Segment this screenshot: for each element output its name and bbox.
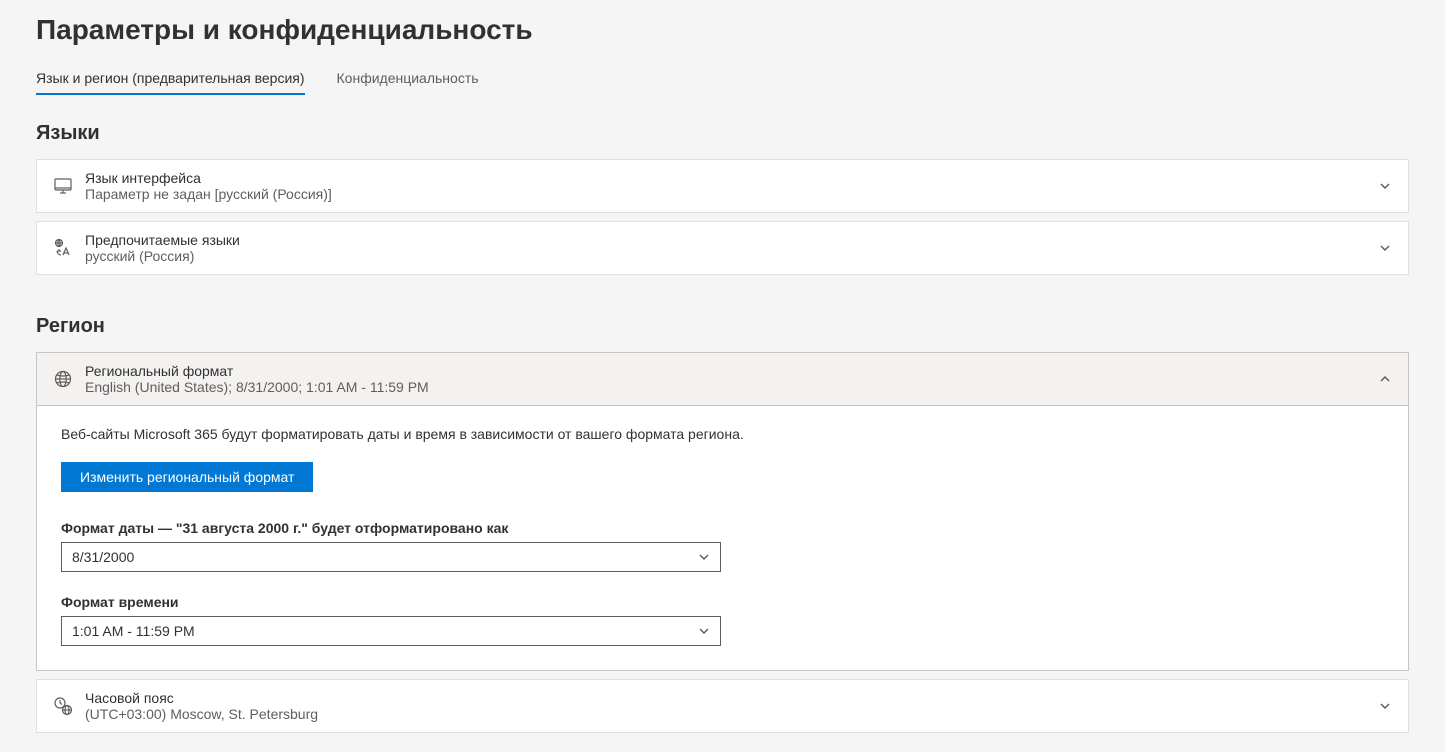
regional-format-title: Региональный формат xyxy=(85,363,1378,379)
chevron-down-icon xyxy=(1378,179,1392,193)
card-regional-format[interactable]: Региональный формат English (United Stat… xyxy=(36,352,1409,406)
regional-format-expanded: Веб-сайты Microsoft 365 будут форматиров… xyxy=(36,406,1409,671)
date-format-label: Формат даты — "31 августа 2000 г." будет… xyxy=(61,520,1384,536)
page-title: Параметры и конфиденциальность xyxy=(36,0,1409,70)
chevron-up-icon xyxy=(1378,372,1392,386)
ui-language-sub: Параметр не задан [русский (Россия)] xyxy=(85,186,1378,202)
date-format-value: 8/31/2000 xyxy=(72,549,134,565)
date-format-select[interactable]: 8/31/2000 xyxy=(61,542,721,572)
ui-language-title: Язык интерфейса xyxy=(85,170,1378,186)
change-regional-format-button[interactable]: Изменить региональный формат xyxy=(61,462,313,492)
monitor-icon xyxy=(53,176,85,196)
translate-icon xyxy=(53,238,85,258)
section-region-heading: Регион xyxy=(36,315,1409,338)
tab-privacy[interactable]: Конфиденциальность xyxy=(337,70,479,94)
timezone-sub: (UTC+03:00) Moscow, St. Petersburg xyxy=(85,706,1378,722)
timezone-title: Часовой пояс xyxy=(85,690,1378,706)
time-format-value: 1:01 AM - 11:59 PM xyxy=(72,623,195,639)
preferred-languages-sub: русский (Россия) xyxy=(85,248,1378,264)
chevron-down-icon xyxy=(698,551,710,563)
card-timezone[interactable]: Часовой пояс (UTC+03:00) Moscow, St. Pet… xyxy=(36,679,1409,733)
preferred-languages-title: Предпочитаемые языки xyxy=(85,232,1378,248)
card-preferred-languages[interactable]: Предпочитаемые языки русский (Россия) xyxy=(36,221,1409,275)
clock-globe-icon xyxy=(53,696,85,716)
chevron-down-icon xyxy=(1378,241,1392,255)
chevron-down-icon xyxy=(1378,699,1392,713)
time-format-label: Формат времени xyxy=(61,594,1384,610)
time-format-select[interactable]: 1:01 AM - 11:59 PM xyxy=(61,616,721,646)
chevron-down-icon xyxy=(698,625,710,637)
globe-icon xyxy=(53,369,85,389)
regional-format-sub: English (United States); 8/31/2000; 1:01… xyxy=(85,379,1378,395)
tabs: Язык и регион (предварительная версия) К… xyxy=(36,70,1409,94)
section-languages-heading: Языки xyxy=(36,122,1409,145)
tab-language-region[interactable]: Язык и регион (предварительная версия) xyxy=(36,70,305,94)
regional-format-description: Веб-сайты Microsoft 365 будут форматиров… xyxy=(61,426,1384,442)
card-ui-language[interactable]: Язык интерфейса Параметр не задан [русск… xyxy=(36,159,1409,213)
